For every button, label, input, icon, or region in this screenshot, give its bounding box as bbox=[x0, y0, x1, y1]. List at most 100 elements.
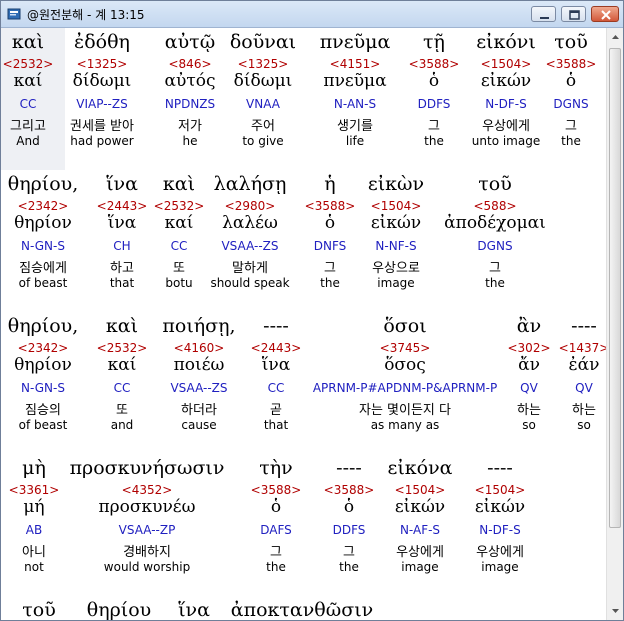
strongs-number[interactable]: <588> bbox=[473, 199, 516, 213]
parsing-code: N-AN-S bbox=[333, 97, 377, 111]
strongs-number[interactable]: <302> bbox=[507, 341, 550, 355]
english-gloss: of beast bbox=[18, 276, 68, 290]
korean-gloss: 권세를 받아 bbox=[70, 119, 134, 134]
strongs-number[interactable]: <4352> bbox=[122, 483, 173, 497]
korean-gloss: 그 bbox=[324, 261, 336, 276]
parsing-code: VSAA--ZP bbox=[118, 523, 176, 537]
parsing-code: CH bbox=[113, 239, 131, 253]
strongs-number[interactable]: <2443> bbox=[97, 199, 148, 213]
lemma: ποιέω bbox=[173, 355, 225, 375]
strongs-number[interactable]: <1504> bbox=[481, 57, 532, 71]
strongs-number[interactable]: <1437> bbox=[559, 341, 606, 355]
lemma: καί bbox=[164, 213, 194, 233]
greek-word: ---- bbox=[487, 457, 513, 479]
interlinear-content[interactable]: καὶ <2532> καί CC 그리고 And ἐδόθη <1325> δίδωμι VIA… bbox=[1, 28, 606, 620]
greek-word: ---- bbox=[336, 457, 362, 479]
english-gloss: the bbox=[424, 134, 444, 148]
english-gloss: had power bbox=[70, 134, 134, 148]
greek-word: αὐτῷ bbox=[164, 31, 216, 53]
greek-word: μὴ bbox=[22, 457, 46, 479]
parsing-code: N-AF-S bbox=[399, 523, 441, 537]
strongs-number[interactable]: <3588> bbox=[409, 57, 460, 71]
english-gloss: the bbox=[339, 560, 359, 574]
greek-word: τοῦ bbox=[554, 31, 588, 53]
korean-gloss: 그 bbox=[343, 545, 355, 560]
korean-gloss: 우상에게 bbox=[476, 545, 524, 560]
strongs-number[interactable]: <1325> bbox=[77, 57, 128, 71]
strongs-number[interactable]: <4151> bbox=[330, 57, 381, 71]
parsing-code: DDFS bbox=[417, 97, 451, 111]
english-gloss: as many as bbox=[370, 418, 440, 432]
lemma: ὁ bbox=[270, 497, 282, 517]
strongs-number[interactable]: <1504> bbox=[371, 199, 422, 213]
strongs-number[interactable]: <1325> bbox=[238, 57, 289, 71]
english-gloss: the bbox=[485, 276, 505, 290]
english-gloss: of beast bbox=[18, 418, 68, 432]
english-gloss: unto image bbox=[471, 134, 541, 148]
maximize-button[interactable] bbox=[561, 6, 586, 22]
scroll-up-button[interactable] bbox=[608, 29, 623, 45]
strongs-number[interactable]: <3588> bbox=[251, 483, 302, 497]
greek-word: τῇ bbox=[423, 31, 445, 53]
english-gloss: image bbox=[401, 560, 439, 574]
english-gloss: so bbox=[577, 418, 591, 432]
greek-word: θηρίου, bbox=[7, 173, 79, 195]
strongs-number[interactable]: <3361> bbox=[9, 483, 60, 497]
strongs-number[interactable]: <846> bbox=[168, 57, 211, 71]
greek-word: εἰκόνα bbox=[387, 457, 453, 479]
parsing-code: APRNM-P#APDNM-P&APRNM-P bbox=[312, 381, 498, 395]
strongs-number[interactable]: <1504> bbox=[475, 483, 526, 497]
scroll-down-button[interactable] bbox=[608, 603, 623, 619]
lemma: ὁ bbox=[343, 497, 355, 517]
korean-gloss: 하는 bbox=[572, 403, 596, 418]
strongs-number[interactable]: <1504> bbox=[395, 483, 446, 497]
english-gloss: to give bbox=[242, 134, 284, 148]
greek-word: λαλήσῃ bbox=[213, 173, 287, 195]
strongs-number[interactable]: <3588> bbox=[546, 57, 597, 71]
lemma: εἰκών bbox=[394, 497, 446, 517]
english-gloss: should speak bbox=[210, 276, 290, 290]
english-gloss: that bbox=[263, 418, 289, 432]
english-gloss: And bbox=[16, 134, 40, 148]
korean-gloss: 저가 bbox=[178, 119, 202, 134]
vertical-scrollbar[interactable] bbox=[606, 28, 623, 620]
korean-gloss: 또 bbox=[173, 261, 185, 276]
parsing-code: DNFS bbox=[313, 239, 347, 253]
strongs-number[interactable]: <2342> bbox=[18, 341, 69, 355]
korean-gloss: 하는 bbox=[517, 403, 541, 418]
strongs-number[interactable]: <2532> bbox=[3, 57, 54, 71]
scrollbar-thumb[interactable] bbox=[609, 48, 621, 528]
strongs-number[interactable]: <3588> bbox=[324, 483, 375, 497]
lemma: δίδωμι bbox=[233, 71, 293, 91]
strongs-number[interactable]: <2532> bbox=[97, 341, 148, 355]
title-bar[interactable]: @원전분해 - 계 13:15 bbox=[1, 1, 623, 28]
window-title: @원전분해 - 계 13:15 bbox=[27, 8, 145, 22]
lemma: προσκυνέω bbox=[98, 497, 196, 517]
parsing-code: VIAP--ZS bbox=[76, 97, 128, 111]
parsing-code: N-DF-S bbox=[485, 97, 527, 111]
strongs-number[interactable]: <2980> bbox=[225, 199, 276, 213]
strongs-number[interactable]: <2532> bbox=[154, 199, 205, 213]
close-button[interactable] bbox=[591, 6, 619, 22]
english-gloss: he bbox=[182, 134, 198, 148]
greek-word: ἀποκτανθῶσιν bbox=[230, 599, 374, 620]
strongs-number[interactable]: <2443> bbox=[251, 341, 302, 355]
english-gloss: would worship bbox=[103, 560, 191, 574]
korean-gloss: 우상에게 bbox=[396, 545, 444, 560]
greek-word: τὴν bbox=[259, 457, 293, 479]
english-gloss: so bbox=[522, 418, 536, 432]
greek-word: εἰκὼν bbox=[367, 173, 425, 195]
close-icon bbox=[601, 10, 611, 20]
parsing-code: DGNS bbox=[477, 239, 513, 253]
strongs-number[interactable]: <3588> bbox=[305, 199, 356, 213]
lemma: ἄν bbox=[518, 355, 540, 375]
arrow-down-icon bbox=[612, 609, 619, 613]
lemma: εἰκών bbox=[480, 71, 532, 91]
parsing-code: DDFS bbox=[332, 523, 366, 537]
greek-word: ἐδόθη bbox=[74, 31, 130, 53]
strongs-number[interactable]: <4160> bbox=[174, 341, 225, 355]
strongs-number[interactable]: <3745> bbox=[380, 341, 431, 355]
minimize-button[interactable] bbox=[531, 6, 556, 22]
english-gloss: that bbox=[109, 276, 135, 290]
strongs-number[interactable]: <2342> bbox=[18, 199, 69, 213]
